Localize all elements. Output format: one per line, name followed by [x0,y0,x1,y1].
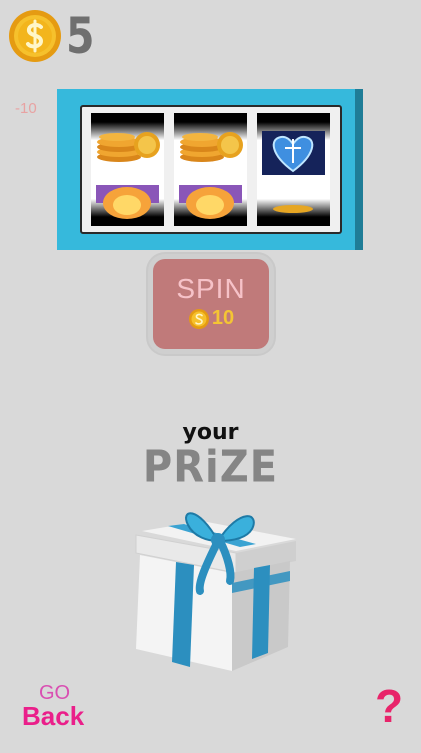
spin-label: SPIN [176,273,246,304]
spin-button[interactable]: SPIN 10 [153,259,269,349]
coin-icon [188,308,209,329]
reel-3 [257,113,330,226]
spin-cost: 10 [153,307,269,330]
gift-box-icon[interactable] [128,495,300,673]
reel-2 [174,113,247,226]
help-button[interactable]: ? [372,682,406,730]
glowing-heart-icon [262,131,325,175]
cost-float-text: -10 [15,100,37,117]
coin-icon [8,9,62,63]
coin-count: 5 [66,7,95,65]
go-back-button[interactable]: GO Back [22,683,102,729]
go-label: GO [39,682,71,704]
spin-cost-value: 10 [211,307,235,329]
back-label: Back [22,701,85,731]
sunset-icon [96,185,159,219]
coins-icon [273,205,313,213]
coins-icon [180,132,243,162]
prize-title: PRiZE [142,441,279,493]
reel-1 [91,113,164,226]
coins-icon [97,132,160,162]
sunset-icon [179,185,242,219]
